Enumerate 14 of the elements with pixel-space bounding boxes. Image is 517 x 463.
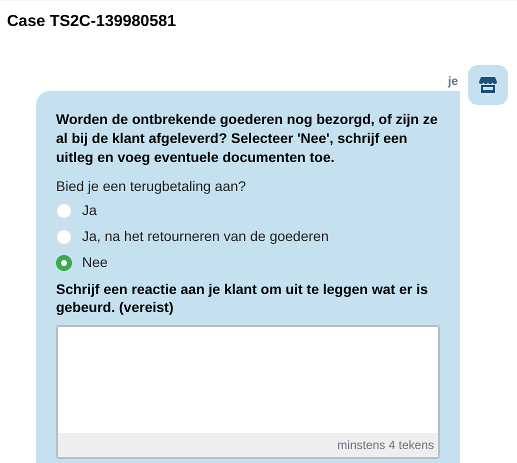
radio-button[interactable] [56,228,72,244]
refund-option[interactable]: Nee [56,253,108,272]
radio-button[interactable] [56,254,72,270]
reply-label: Schrijf een reactie aan je klant om uit te leggen wat er is gebeurd. (vereist) [56,280,429,316]
refund-prompt: Bied je een terugbetaling aan? [56,177,246,195]
question-text: Worden de ontbrekende goederen nog bezorgd, of zijn ze al bij de klant afgeleverd? Selecteer 'Nee', schrijf een uitleg en voeg eventuele documenten toe. [56,110,439,167]
case-title: Case TS2C-139980581 [7,12,176,32]
character-counter: minstens 4 tekens [337,437,434,454]
sender-name: je [448,74,458,88]
refund-option[interactable]: Ja [56,201,97,220]
store-icon [478,75,498,95]
reply-textarea[interactable]: minstens 4 tekens [56,325,440,459]
refund-option[interactable]: Ja, na het retourneren van de goederen [56,227,329,246]
radio-button[interactable] [56,202,72,218]
